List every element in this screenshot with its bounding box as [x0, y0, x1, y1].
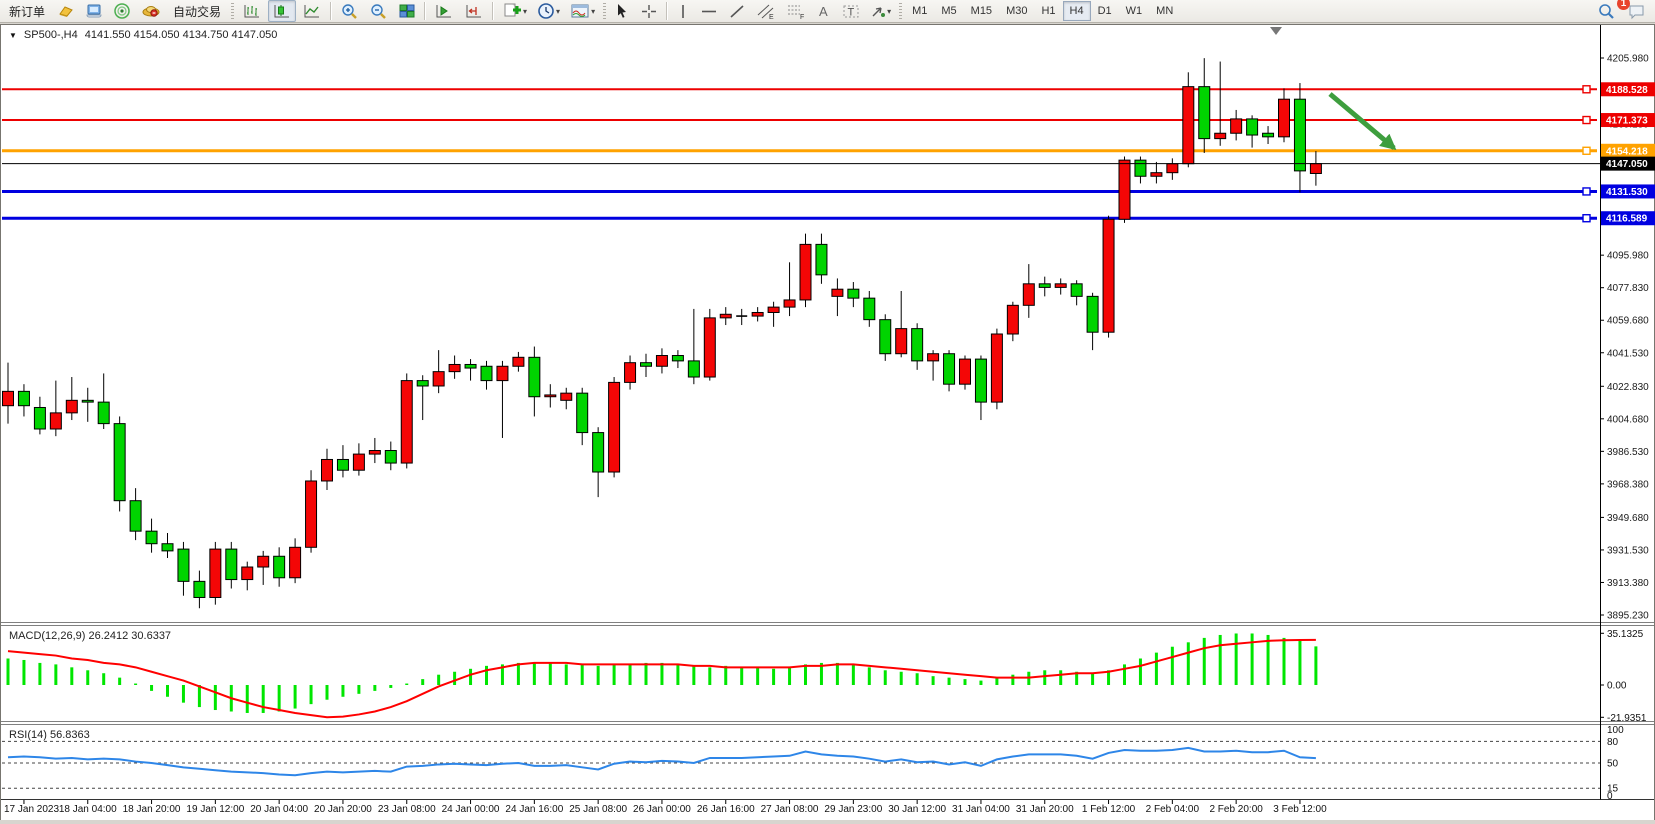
rsi-line [8, 748, 1316, 775]
svg-text:25 Jan 08:00: 25 Jan 08:00 [569, 804, 627, 815]
svg-text:3931.530: 3931.530 [1607, 545, 1649, 556]
svg-text:0: 0 [1607, 791, 1613, 802]
svg-text:27 Jan 08:00: 27 Jan 08:00 [761, 804, 819, 815]
svg-text:31 Jan 04:00: 31 Jan 04:00 [952, 804, 1010, 815]
time-axis: 17 Jan 202318 Jan 04:00 18 Jan 20:00 19 Ja… [4, 800, 1327, 815]
horizontal-line-objects[interactable] [2, 89, 1597, 218]
svg-text:-21.9351: -21.9351 [1607, 713, 1647, 724]
svg-text:19 Jan 12:00: 19 Jan 12:00 [186, 804, 244, 815]
svg-text:24 Jan 16:00: 24 Jan 16:00 [505, 804, 563, 815]
price-level-label: 4154.218 [1601, 144, 1655, 158]
macd-indicator-label: MACD(12,26,9) 26.2412 30.6337 [9, 630, 171, 642]
svg-text:2 Feb 04:00: 2 Feb 04:00 [1146, 804, 1200, 815]
svg-text:4205.980: 4205.980 [1607, 54, 1649, 65]
svg-text:4116.589: 4116.589 [1606, 214, 1648, 225]
svg-text:50: 50 [1607, 759, 1619, 770]
svg-text:20 Jan 04:00: 20 Jan 04:00 [250, 804, 308, 815]
svg-text:80: 80 [1607, 737, 1619, 748]
svg-text:3895.230: 3895.230 [1607, 611, 1649, 622]
chart-ohlc-quotes: 4141.550 4154.050 4134.750 4147.050 [85, 29, 278, 41]
svg-text:1 Feb 12:00: 1 Feb 12:00 [1082, 804, 1136, 815]
svg-text:17 Jan 2023: 17 Jan 2023 [4, 804, 59, 815]
svg-text:31 Jan 20:00: 31 Jan 20:00 [1016, 804, 1074, 815]
chart-shift-marker [1270, 27, 1282, 35]
svg-text:3913.380: 3913.380 [1607, 578, 1649, 589]
svg-text:3 Feb 12:00: 3 Feb 12:00 [1273, 804, 1327, 815]
chevron-down-icon[interactable]: ▼ [9, 31, 17, 40]
svg-text:4131.530: 4131.530 [1606, 187, 1648, 198]
svg-text:23 Jan 08:00: 23 Jan 08:00 [378, 804, 436, 815]
svg-text:4022.830: 4022.830 [1607, 382, 1649, 393]
price-axis: 4205.9804187.8304169.1304150.9804132.830… [1600, 54, 1649, 622]
chart-symbol-period: SP500-,H4 [24, 29, 78, 41]
line-endpoint-marker [1583, 188, 1590, 195]
rsi-indicator-label: RSI(14) 56.8363 [9, 729, 90, 741]
svg-text:4077.830: 4077.830 [1607, 283, 1649, 294]
current-price-label: 4147.050 [1601, 157, 1655, 171]
svg-text:4059.680: 4059.680 [1607, 316, 1649, 327]
price-chart[interactable]: 4205.9804187.8304169.1304150.9804132.830… [0, 0, 1655, 824]
price-level-label: 4188.528 [1601, 82, 1655, 96]
svg-text:3968.380: 3968.380 [1607, 479, 1649, 490]
line-endpoint-marker [1583, 147, 1590, 154]
line-endpoint-marker [1583, 215, 1590, 222]
rsi-pane[interactable]: 1008050150 [2, 725, 1624, 802]
svg-text:4147.050: 4147.050 [1606, 159, 1648, 170]
macd-pane[interactable]: 35.1325 0.00 -21.9351 [8, 629, 1647, 724]
svg-text:26 Jan 16:00: 26 Jan 16:00 [697, 804, 755, 815]
candlesticks[interactable] [3, 58, 1322, 608]
svg-text:3949.680: 3949.680 [1607, 513, 1649, 524]
svg-text:100: 100 [1607, 725, 1624, 736]
svg-text:26 Jan 00:00: 26 Jan 00:00 [633, 804, 691, 815]
svg-text:3986.530: 3986.530 [1607, 447, 1649, 458]
svg-text:24 Jan 00:00: 24 Jan 00:00 [442, 804, 500, 815]
price-level-label: 4116.589 [1601, 211, 1655, 225]
svg-text:30 Jan 12:00: 30 Jan 12:00 [888, 804, 946, 815]
svg-text:35.1325: 35.1325 [1607, 629, 1644, 640]
line-endpoint-marker [1583, 117, 1590, 124]
svg-text:18 Jan 20:00: 18 Jan 20:00 [123, 804, 181, 815]
line-endpoint-marker [1583, 86, 1590, 93]
svg-text:0.00: 0.00 [1607, 681, 1627, 692]
svg-text:4171.373: 4171.373 [1606, 116, 1648, 127]
chart-title: ▼ SP500-,H4 4141.550 4154.050 4134.750 4… [9, 29, 277, 41]
svg-text:4154.218: 4154.218 [1606, 146, 1648, 157]
price-level-label: 4171.373 [1601, 113, 1655, 127]
price-level-label: 4131.530 [1601, 184, 1655, 198]
svg-text:2 Feb 20:00: 2 Feb 20:00 [1209, 804, 1263, 815]
svg-text:18 Jan 04:00: 18 Jan 04:00 [59, 804, 117, 815]
svg-text:20 Jan 20:00: 20 Jan 20:00 [314, 804, 372, 815]
svg-text:29 Jan 23:00: 29 Jan 23:00 [824, 804, 882, 815]
svg-text:4188.528: 4188.528 [1606, 85, 1648, 96]
svg-text:4041.530: 4041.530 [1607, 348, 1649, 359]
svg-text:4004.680: 4004.680 [1607, 414, 1649, 425]
svg-text:4095.980: 4095.980 [1607, 251, 1649, 262]
